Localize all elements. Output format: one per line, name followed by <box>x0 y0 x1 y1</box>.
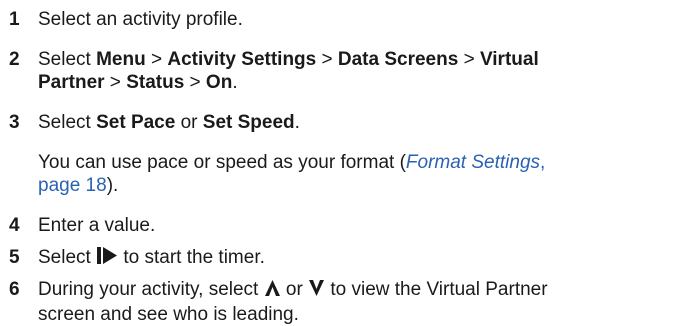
step-number: 6 <box>9 279 20 300</box>
step-text-pre: During your activity, select <box>38 279 264 300</box>
link-comma: , <box>540 152 546 173</box>
partner-term: Partner <box>38 72 105 93</box>
format-settings-link[interactable]: Format Settings <box>406 152 540 173</box>
step-text-line2: screen and see who is leading. <box>38 304 299 325</box>
instruction-page: 1 Select an activity profile. 2 Select M… <box>0 0 684 326</box>
separator: > <box>104 72 127 93</box>
up-arrow-icon <box>264 279 281 303</box>
step-text-post: to view the Virtual Partner <box>325 279 548 300</box>
step-text-pre: Select <box>38 247 97 268</box>
step-number: 2 <box>9 49 20 70</box>
status-term: Status <box>126 72 185 93</box>
virtual-term: Virtual <box>479 49 539 70</box>
set-pace-term: Set Pace <box>96 112 176 133</box>
down-arrow-icon <box>308 279 325 303</box>
period: . <box>232 72 238 93</box>
separator: > <box>145 49 168 70</box>
step-text: Select an activity profile. <box>38 9 243 30</box>
step-number: 3 <box>9 112 20 133</box>
on-term: On <box>205 72 233 93</box>
format-note: You can use pace or speed as your format… <box>38 151 678 197</box>
step-number: 1 <box>9 9 20 30</box>
step-text-pre: Select <box>38 112 97 133</box>
page-reference-link[interactable]: page 18 <box>38 175 107 196</box>
note-end: ). <box>106 175 119 196</box>
step-text: Enter a value. <box>38 215 156 236</box>
period: . <box>294 112 300 133</box>
step-text-pre: Select <box>38 49 97 70</box>
separator: > <box>184 72 206 93</box>
step-3: 3 Select Set Pace or Set Speed. <box>0 111 300 134</box>
note-text: You can use pace or speed as your format… <box>38 152 406 173</box>
step-text-post: to start the timer. <box>118 247 265 268</box>
step-5: 5 Select to start the timer. <box>0 246 265 271</box>
or-text: or <box>175 112 203 133</box>
step-4: 4 Enter a value. <box>0 214 155 237</box>
or-text: or <box>280 279 309 300</box>
activity-settings-term: Activity Settings <box>167 49 317 70</box>
set-speed-term: Set Speed <box>202 112 295 133</box>
separator: > <box>316 49 338 70</box>
step-1: 1 Select an activity profile. <box>0 8 243 31</box>
play-pause-icon <box>96 246 118 271</box>
menu-term: Menu <box>96 49 146 70</box>
step-number: 5 <box>9 247 20 268</box>
separator: > <box>458 49 480 70</box>
step-number: 4 <box>9 215 20 236</box>
step-2: 2 Select Menu > Activity Settings > Data… <box>0 48 684 94</box>
step-6: 6 During your activity, select or to vie… <box>0 278 684 326</box>
data-screens-term: Data Screens <box>337 49 459 70</box>
